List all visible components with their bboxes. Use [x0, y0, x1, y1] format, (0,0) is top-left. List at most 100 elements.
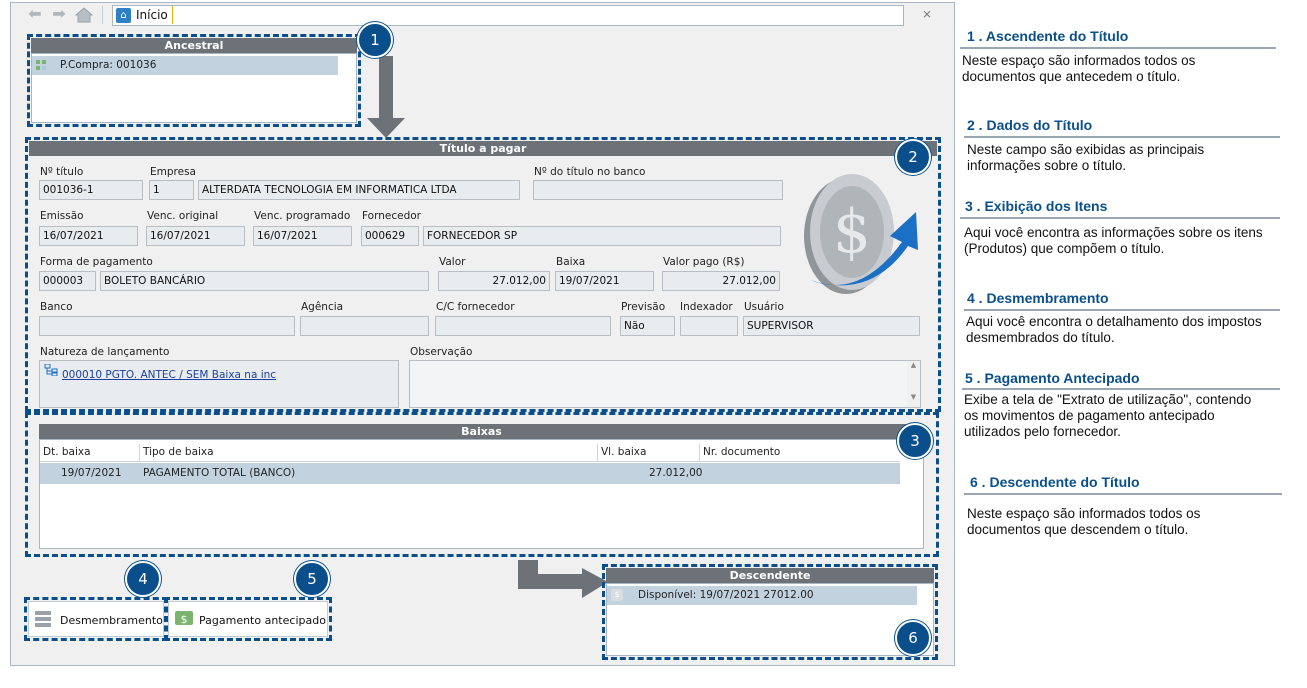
- ancestral-panel: Ancestral P.Compra: 001036: [31, 38, 357, 123]
- label-banco: Banco: [40, 301, 73, 313]
- descendente-title: Descendente: [606, 568, 934, 583]
- observacao-scrollbar[interactable]: ▲ ▼: [907, 361, 920, 407]
- pagamento-antecipado-label: Pagamento antecipado: [199, 614, 326, 627]
- label-natureza: Natureza de lançamento: [40, 346, 170, 358]
- field-empresa-nome[interactable]: ALTERDATA TECNOLOGIA EM INFORMATICA LTDA: [198, 180, 520, 200]
- label-forma-pagamento: Forma de pagamento: [40, 256, 153, 268]
- annotation-title-3: 3 . Exibição dos Itens: [965, 198, 1108, 214]
- field-natureza[interactable]: [39, 360, 399, 408]
- badge-2: 2: [895, 139, 931, 175]
- field-num-titulo[interactable]: 001036-1: [39, 180, 143, 200]
- desmembramento-label: Desmembramento: [60, 614, 163, 627]
- annotation-title-1: 1 . Ascendente do Título: [967, 28, 1129, 44]
- col-nr-documento[interactable]: Nr. documento: [703, 446, 780, 458]
- col-vl-baixa[interactable]: Vl. baixa: [601, 446, 646, 458]
- hierarchy-icon: [44, 363, 58, 377]
- divider: [964, 136, 1280, 138]
- field-indexador[interactable]: [680, 316, 738, 336]
- label-venc-programado: Venc. programado: [254, 210, 351, 222]
- annotation-desc-3: Aqui você encontra as informações sobre …: [964, 225, 1263, 256]
- field-valor-pago[interactable]: 27.012,00: [662, 271, 780, 291]
- tab-inicio[interactable]: Início: [136, 8, 168, 22]
- label-cc-fornecedor: C/C fornecedor: [436, 301, 515, 313]
- home-icon[interactable]: [74, 6, 94, 23]
- badge-1: 1: [357, 22, 393, 58]
- cell-tipo-baixa: PAGAMENTO TOTAL (BANCO): [143, 467, 296, 479]
- label-emissao: Emissão: [40, 210, 84, 222]
- field-emissao[interactable]: 16/07/2021: [39, 226, 138, 246]
- baixas-title: Baixas: [39, 424, 924, 439]
- dollar-icon: $: [611, 589, 623, 601]
- label-baixa: Baixa: [556, 256, 586, 268]
- titulo-title: Título a pagar: [29, 141, 937, 156]
- annotation-desc-5: Exibe a tela de "Extrato de utilização",…: [964, 392, 1252, 439]
- annotation-title-5: 5 . Pagamento Antecipado: [965, 370, 1140, 386]
- ancestral-item-label: P.Compra: 001036: [60, 59, 157, 71]
- field-forma-nome[interactable]: BOLETO BANCÁRIO: [100, 271, 429, 291]
- col-divider: [139, 444, 140, 462]
- divider: [962, 388, 1280, 390]
- field-fornecedor-nome[interactable]: FORNECEDOR SP: [423, 226, 781, 246]
- field-cc-fornecedor[interactable]: [435, 316, 611, 336]
- address-bar[interactable]: [112, 5, 904, 26]
- money-icon: $: [804, 174, 918, 294]
- field-fornecedor-cod[interactable]: 000629: [361, 226, 419, 246]
- label-num-banco: Nº do título no banco: [534, 166, 646, 178]
- forward-arrow-icon[interactable]: ➡: [50, 6, 68, 22]
- close-icon[interactable]: ⨯: [922, 7, 932, 21]
- label-empresa: Empresa: [150, 166, 196, 178]
- badge-5: 5: [294, 561, 330, 597]
- field-venc-programado[interactable]: 16/07/2021: [253, 226, 352, 246]
- field-usuario[interactable]: SUPERVISOR: [743, 316, 920, 336]
- home-tab-icon: ⌂: [116, 8, 131, 23]
- field-valor[interactable]: 27.012,00: [438, 271, 550, 291]
- col-dt-baixa[interactable]: Dt. baixa: [43, 446, 91, 458]
- label-observacao: Observação: [410, 346, 473, 358]
- badge-6: 6: [895, 620, 931, 656]
- annotation-title-2: 2 . Dados do Título: [967, 117, 1093, 133]
- pagamento-antecipado-button[interactable]: $ Pagamento antecipado: [168, 601, 328, 637]
- back-arrow-icon[interactable]: ⬅: [26, 6, 44, 22]
- col-tipo-baixa[interactable]: Tipo de baixa: [143, 446, 214, 458]
- field-banco[interactable]: [39, 316, 295, 336]
- field-agencia[interactable]: [300, 316, 429, 336]
- field-empresa-cod[interactable]: 1: [149, 180, 194, 200]
- label-indexador: Indexador: [680, 301, 733, 313]
- label-valor: Valor: [439, 256, 466, 268]
- annotation-desc-4: Aqui você encontra o detalhamento dos im…: [966, 314, 1262, 345]
- annotation-desc-1: Neste espaço são informados todos os doc…: [962, 53, 1196, 84]
- annotation-title-6: 6 . Descendente do Título: [970, 474, 1140, 490]
- cell-dt-baixa: 19/07/2021: [61, 467, 122, 479]
- field-venc-original[interactable]: 16/07/2021: [146, 226, 245, 246]
- col-divider: [597, 444, 598, 462]
- divider: [102, 6, 103, 24]
- arrow-right-icon: [518, 560, 608, 598]
- field-forma-cod[interactable]: 000003: [39, 271, 96, 291]
- ancestral-title: Ancestral: [31, 38, 357, 53]
- annotation-desc-2: Neste campo são exibidas as principais i…: [967, 142, 1205, 173]
- field-num-banco[interactable]: [533, 180, 783, 200]
- natureza-link[interactable]: 000010 PGTO. ANTEC / SEM Baixa na inc: [62, 369, 276, 381]
- badge-3: 3: [897, 423, 933, 459]
- divider: [960, 47, 1276, 49]
- field-previsao[interactable]: Não: [620, 316, 675, 336]
- descendente-item-label: Disponível: 19/07/2021 27012.00: [638, 589, 814, 601]
- descendente-panel: Descendente $ Disponível: 19/07/2021 270…: [606, 568, 934, 656]
- tree-icon: [35, 59, 47, 71]
- label-agencia: Agência: [301, 301, 344, 313]
- field-baixa[interactable]: 19/07/2021: [555, 271, 654, 291]
- svg-text:$: $: [181, 613, 188, 626]
- field-observacao[interactable]: [409, 360, 921, 408]
- desmembramento-button[interactable]: Desmembramento: [28, 601, 164, 637]
- annotation-desc-6: Neste espaço são informados todos os doc…: [967, 506, 1201, 537]
- annotation-title-4: 4 . Desmembramento: [967, 290, 1109, 306]
- tab-divider: [172, 6, 173, 24]
- label-fornecedor: Fornecedor: [362, 210, 421, 222]
- badge-4: 4: [125, 561, 161, 597]
- svg-text:$: $: [833, 197, 871, 267]
- label-num-titulo: Nº título: [40, 166, 84, 178]
- divider: [964, 493, 1282, 495]
- arrow-down-icon: [367, 56, 405, 138]
- col-divider: [699, 444, 700, 462]
- list-icon: [35, 611, 51, 627]
